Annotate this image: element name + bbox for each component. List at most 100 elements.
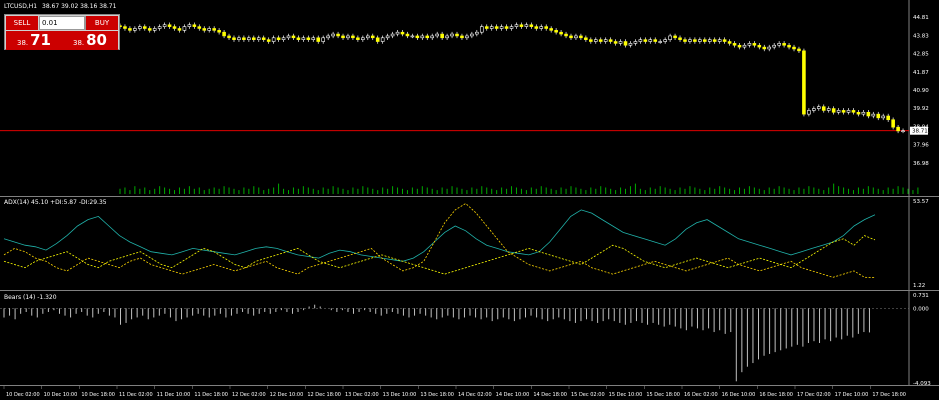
candle-body bbox=[712, 39, 717, 42]
candle-body bbox=[326, 35, 330, 39]
candle-body bbox=[782, 43, 786, 46]
candle-body bbox=[584, 37, 588, 40]
candle-body bbox=[475, 31, 479, 35]
candle-body bbox=[598, 39, 603, 42]
candle-body bbox=[157, 26, 162, 29]
candle-body bbox=[752, 43, 757, 46]
candle-body bbox=[618, 41, 623, 44]
candle-body bbox=[256, 37, 261, 40]
candle-body bbox=[569, 35, 573, 39]
y-tick-label: 37.96 bbox=[913, 143, 929, 149]
adx-pane[interactable]: 53.57 1.22 ADX(14) 45.10 +DI:5.87 -DI:29.… bbox=[0, 197, 939, 291]
candle-body bbox=[737, 44, 742, 48]
x-tick-label: 15 Dec 02:00 bbox=[571, 392, 605, 398]
candle-body bbox=[133, 28, 137, 31]
y-tick-label: 36.98 bbox=[913, 161, 929, 167]
x-tick-label: 10 Dec 02:00 bbox=[6, 392, 40, 398]
candle-body bbox=[331, 33, 335, 37]
symbol-label: LTCUSD,H1 bbox=[4, 3, 38, 10]
x-tick-label: 12 Dec 18:00 bbox=[307, 392, 341, 398]
candle-body bbox=[187, 24, 192, 27]
candle-body bbox=[286, 35, 291, 39]
candle-body bbox=[450, 33, 454, 37]
candle-body bbox=[217, 30, 221, 33]
x-tick-label: 14 Dec 10:00 bbox=[496, 392, 530, 398]
candle-body bbox=[167, 24, 172, 27]
candle-body bbox=[851, 110, 856, 113]
candle-body bbox=[638, 39, 643, 42]
candle-body bbox=[841, 110, 846, 113]
candle-body bbox=[341, 35, 345, 39]
candle-body bbox=[375, 37, 380, 42]
candle-body bbox=[212, 28, 216, 31]
candle-body bbox=[787, 44, 791, 48]
candle-body bbox=[415, 35, 420, 39]
candle-body bbox=[509, 26, 514, 29]
buy-price-main: 80 bbox=[86, 31, 107, 49]
y-tick-label: 43.83 bbox=[913, 33, 929, 39]
sell-price-button[interactable]: 38. 71 bbox=[6, 31, 63, 50]
y-tick-label: 40.90 bbox=[913, 88, 929, 94]
candle-body bbox=[767, 46, 772, 50]
candle-body bbox=[504, 26, 509, 29]
candle-body bbox=[232, 37, 236, 40]
candle-body bbox=[336, 33, 340, 37]
x-tick-label: 13 Dec 10:00 bbox=[383, 392, 417, 398]
x-tick-label: 12 Dec 02:00 bbox=[232, 392, 266, 398]
y-tick-label: 42.85 bbox=[913, 52, 929, 58]
candle-body bbox=[261, 37, 266, 40]
candle-body bbox=[410, 35, 415, 38]
candle-body bbox=[385, 35, 390, 39]
candle-body bbox=[361, 37, 365, 40]
buy-price-button[interactable]: 38. 80 bbox=[62, 31, 118, 50]
candle-body bbox=[871, 113, 876, 117]
sell-button[interactable]: SELL bbox=[6, 16, 38, 30]
candle-body bbox=[395, 31, 400, 35]
bears-chart[interactable]: 0.7310.000-4.093 bbox=[0, 291, 939, 386]
x-tick-label: 15 Dec 18:00 bbox=[646, 392, 680, 398]
candle-body bbox=[688, 39, 692, 42]
x-tick-label: 14 Dec 02:00 bbox=[458, 392, 492, 398]
candle-body bbox=[792, 46, 796, 50]
candle-body bbox=[519, 24, 524, 27]
candle-body bbox=[192, 24, 197, 27]
candle-body bbox=[554, 30, 558, 33]
candle-body bbox=[440, 33, 444, 39]
buy-button[interactable]: BUY bbox=[86, 16, 118, 30]
candle-body bbox=[797, 48, 801, 52]
x-tick-label: 17 Dec 02:00 bbox=[797, 392, 831, 398]
candle-body bbox=[405, 33, 410, 37]
x-tick-label: 17 Dec 18:00 bbox=[872, 392, 906, 398]
candle-body bbox=[678, 37, 682, 40]
candle-body bbox=[123, 26, 127, 29]
candle-body bbox=[807, 110, 811, 115]
x-tick-label: 11 Dec 10:00 bbox=[157, 392, 191, 398]
candle-body bbox=[321, 37, 325, 42]
price-chart[interactable]: 44.8143.8342.8541.8740.9039.9238.9438.71… bbox=[0, 0, 939, 197]
y-tick-label: 53.57 bbox=[913, 199, 929, 205]
candle-body bbox=[826, 108, 831, 111]
candle-body bbox=[866, 111, 871, 117]
candle-body bbox=[658, 41, 663, 43]
candle-body bbox=[742, 44, 747, 48]
adx-chart[interactable]: 53.57 1.22 bbox=[0, 197, 939, 291]
candle-body bbox=[668, 35, 672, 40]
candle-body bbox=[425, 35, 430, 39]
candle-body bbox=[816, 106, 821, 109]
candle-body bbox=[693, 39, 697, 42]
chart-title: LTCUSD,H1 38.67 39.02 38.16 38.71 bbox=[4, 3, 116, 10]
lot-size-input[interactable] bbox=[39, 16, 85, 30]
candle-body bbox=[653, 39, 658, 42]
main-chart-pane[interactable]: 44.8143.8342.8541.8740.9039.9238.9438.71… bbox=[0, 0, 939, 197]
bears-pane[interactable]: 0.731 0.000 -4.093 Bears (14) -1.320 bbox=[0, 291, 939, 386]
candle-body bbox=[430, 35, 435, 39]
candle-body bbox=[534, 26, 539, 29]
x-tick-label: 11 Dec 18:00 bbox=[194, 392, 228, 398]
candle-body bbox=[202, 28, 207, 31]
candle-body bbox=[856, 111, 861, 115]
candle-body bbox=[821, 106, 826, 111]
one-click-trade-panel: SELL ▲▼ BUY 38. 71 38. 80 bbox=[4, 14, 120, 50]
candle-body bbox=[365, 35, 370, 39]
x-tick-label: 14 Dec 18:00 bbox=[533, 392, 567, 398]
candle-body bbox=[152, 28, 157, 31]
